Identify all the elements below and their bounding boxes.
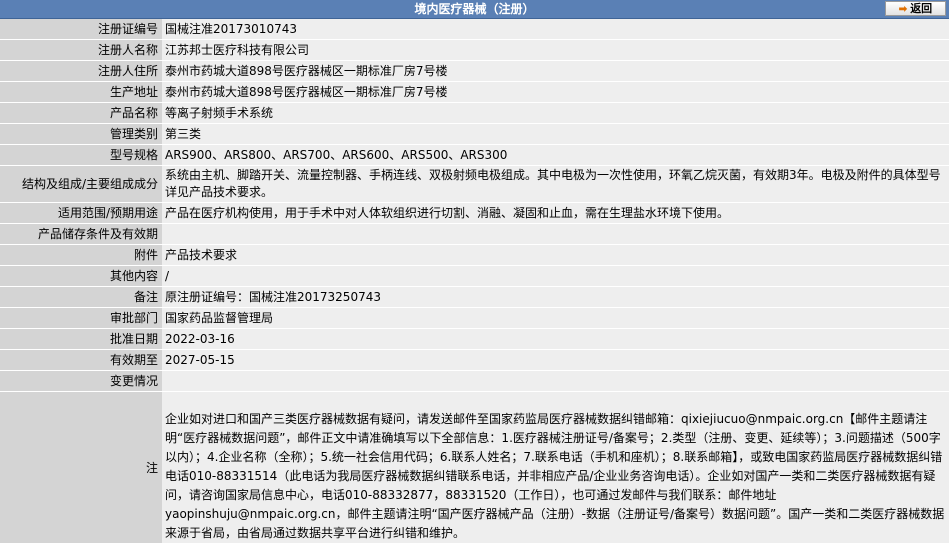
field-value: 原注册证编号：国械注准20173250743 xyxy=(162,286,949,308)
table-row: 注册人住所 泰州市药城大道898号医疗器械区一期标准厂房7号楼 xyxy=(0,60,949,82)
field-value: 第三类 xyxy=(162,123,949,145)
field-label: 注册证编号 xyxy=(0,19,162,40)
note-label: 注 xyxy=(0,391,162,544)
table-row: 型号规格 ARS900、ARS800、ARS700、ARS600、ARS500、A… xyxy=(0,144,949,166)
field-label: 备注 xyxy=(0,286,162,308)
note-row: 注 企业如对进口和国产三类医疗器械数据有疑问，请发送邮件至国家药监局医疗器械数据… xyxy=(0,391,949,544)
page-title: 境内医疗器械（注册） xyxy=(414,2,535,16)
table-row: 注册证编号 国械注准20173010743 xyxy=(0,19,949,40)
field-value xyxy=(162,370,949,392)
note-text: 企业如对进口和国产三类医疗器械数据有疑问，请发送邮件至国家药监局医疗器械数据纠错… xyxy=(165,412,945,540)
field-value: 产品在医疗机构使用，用于手术中对人体软组织进行切割、消融、凝固和止血，需在生理盐… xyxy=(162,202,949,224)
field-value: 泰州市药城大道898号医疗器械区一期标准厂房7号楼 xyxy=(162,81,949,103)
field-label: 产品名称 xyxy=(0,102,162,124)
field-label: 注册人住所 xyxy=(0,60,162,82)
table-row: 审批部门 国家药品监督管理局 xyxy=(0,307,949,329)
field-label: 批准日期 xyxy=(0,328,162,350)
table-row: 结构及组成/主要组成成分 系统由主机、脚踏开关、流量控制器、手柄连线、双极射频电极… xyxy=(0,165,949,203)
field-label: 型号规格 xyxy=(0,144,162,166)
field-value: 2022-03-16 xyxy=(162,328,949,350)
arrow-right-icon: ➡ xyxy=(898,4,908,15)
table-row: 生产地址 泰州市药城大道898号医疗器械区一期标准厂房7号楼 xyxy=(0,81,949,103)
field-label: 生产地址 xyxy=(0,81,162,103)
field-label: 有效期至 xyxy=(0,349,162,371)
table-row: 产品储存条件及有效期 xyxy=(0,223,949,245)
field-value: 泰州市药城大道898号医疗器械区一期标准厂房7号楼 xyxy=(162,60,949,82)
back-button-label: 返回 xyxy=(910,3,933,15)
table-row: 管理类别 第三类 xyxy=(0,123,949,145)
field-label: 适用范围/预期用途 xyxy=(0,202,162,224)
field-value: 国械注准20173010743 xyxy=(162,19,949,40)
field-label: 注册人名称 xyxy=(0,39,162,61)
field-value: 等离子射频手术系统 xyxy=(162,102,949,124)
table-row: 其他内容 / xyxy=(0,265,949,287)
field-label: 审批部门 xyxy=(0,307,162,329)
field-label: 附件 xyxy=(0,244,162,266)
field-value: ARS900、ARS800、ARS700、ARS600、ARS500、ARS30… xyxy=(162,144,949,166)
field-value: 江苏邦士医疗科技有限公司 xyxy=(162,39,949,61)
field-label: 管理类别 xyxy=(0,123,162,145)
table-row: 有效期至 2027-05-15 xyxy=(0,349,949,371)
field-label: 其他内容 xyxy=(0,265,162,287)
page-header: 境内医疗器械（注册） ➡ 返回 xyxy=(0,0,949,19)
field-value: 国家药品监督管理局 xyxy=(162,307,949,329)
table-row: 注册人名称 江苏邦士医疗科技有限公司 xyxy=(0,39,949,61)
note-value: 企业如对进口和国产三类医疗器械数据有疑问，请发送邮件至国家药监局医疗器械数据纠错… xyxy=(162,391,949,544)
back-button[interactable]: ➡ 返回 xyxy=(885,1,946,16)
field-label: 产品储存条件及有效期 xyxy=(0,223,162,245)
table-row: 批准日期 2022-03-16 xyxy=(0,328,949,350)
field-label: 变更情况 xyxy=(0,370,162,392)
field-label: 结构及组成/主要组成成分 xyxy=(0,165,162,203)
table-row: 适用范围/预期用途 产品在医疗机构使用，用于手术中对人体软组织进行切割、消融、凝固… xyxy=(0,202,949,224)
table-row: 变更情况 xyxy=(0,370,949,392)
table-row: 附件 产品技术要求 xyxy=(0,244,949,266)
field-value xyxy=(162,223,949,245)
table-row: 产品名称 等离子射频手术系统 xyxy=(0,102,949,124)
field-value: 2027-05-15 xyxy=(162,349,949,371)
field-value: 产品技术要求 xyxy=(162,244,949,266)
field-value: / xyxy=(162,265,949,287)
field-value: 系统由主机、脚踏开关、流量控制器、手柄连线、双极射频电极组成。其中电极为一次性使… xyxy=(162,165,949,203)
detail-table: 注册证编号 国械注准20173010743 注册人名称 江苏邦士医疗科技有限公司 注… xyxy=(0,19,949,544)
table-row: 备注 原注册证编号：国械注准20173250743 xyxy=(0,286,949,308)
